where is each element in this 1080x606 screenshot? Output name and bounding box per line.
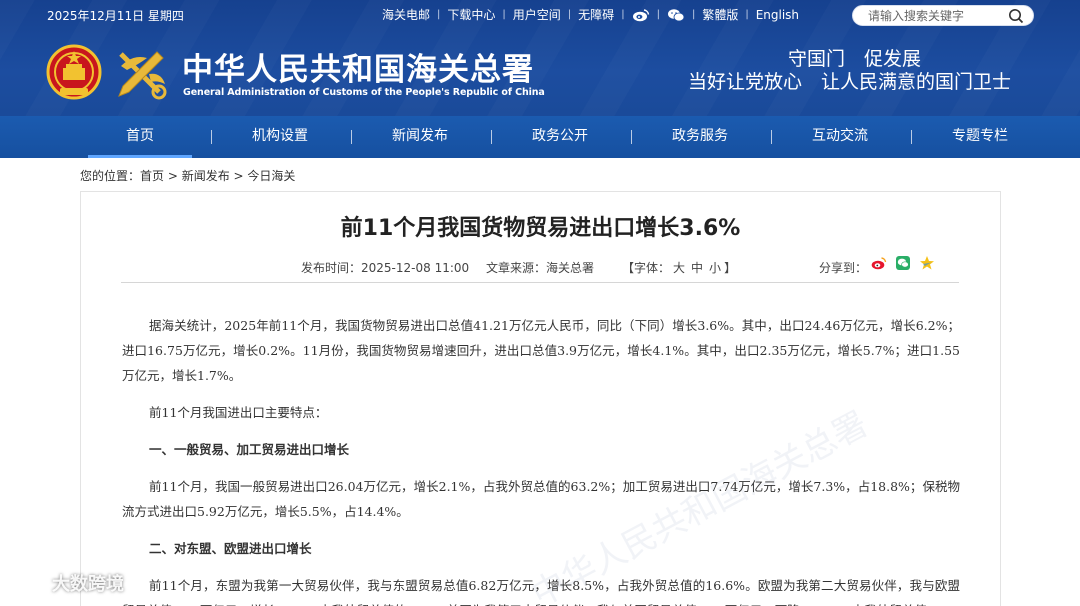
link-download-center[interactable]: 下载中心 <box>447 6 495 23</box>
font-large-button[interactable]: 大 <box>673 261 685 275</box>
link-accessibility[interactable]: 无障碍 <box>578 6 614 23</box>
nav-label: 政务服务 <box>672 128 728 144</box>
national-emblem-logo <box>46 44 102 102</box>
nav-label: 机构设置 <box>252 128 308 144</box>
breadcrumb-news[interactable]: 新闻发布 <box>182 169 230 183</box>
paragraph: 前11个月我国进出口主要特点： <box>149 405 328 420</box>
nav-news[interactable]: 新闻发布 <box>350 116 492 158</box>
separator: | <box>567 9 572 20</box>
link-user-space[interactable]: 用户空间 <box>513 6 561 23</box>
nav-label: 新闻发布 <box>392 128 448 144</box>
corner-watermark-logo: 大数跨境 <box>6 570 124 596</box>
top-bar: 2025年12月11日 星期四 海关电邮 | 下载中心 | 用户空间 | 无障碍… <box>0 0 1080 30</box>
search-input[interactable] <box>868 6 1018 25</box>
separator: | <box>621 9 625 20</box>
share-wechat-icon[interactable] <box>895 255 911 271</box>
nav-topics[interactable]: 专题专栏 <box>910 116 1050 158</box>
breadcrumb-prefix: 您的位置： <box>80 169 141 183</box>
breadcrumb-home[interactable]: 首页 <box>140 169 164 183</box>
breadcrumb-separator: > <box>164 169 182 183</box>
article-body: 据海关统计，2025年前11个月，我国货物贸易进出口总值41.21万亿元人民币，… <box>122 313 960 606</box>
share-qzone-icon[interactable] <box>919 255 935 271</box>
current-date: 2025年12月11日 星期四 <box>47 9 184 23</box>
search-icon[interactable] <box>1007 8 1025 24</box>
paragraph: 前11个月，东盟为我第一大贸易伙伴，我与东盟贸易总值6.82万亿元，增长8.5%… <box>122 578 960 606</box>
font-size-control: 【字体：大中小】 <box>622 259 736 276</box>
nav-label: 专题专栏 <box>952 128 1008 144</box>
slogan-line-2: 当好让党放心 让人民满意的国门卫士 <box>688 71 1012 93</box>
paragraph: 前11个月，我国一般贸易进出口26.04万亿元，增长2.1%，占我外贸总值的63… <box>122 479 960 519</box>
weibo-icon[interactable] <box>632 8 650 22</box>
site-header: 2025年12月11日 星期四 海关电邮 | 下载中心 | 用户空间 | 无障碍… <box>0 0 1080 158</box>
font-medium-button[interactable]: 中 <box>691 261 703 275</box>
site-title: 中华人民共和国海关总署 <box>182 52 534 88</box>
separator: | <box>691 9 696 20</box>
nav-services[interactable]: 政务服务 <box>630 116 772 158</box>
meta-divider <box>121 282 959 283</box>
paragraph: 据海关统计，2025年前11个月，我国货物贸易进出口总值41.21万亿元人民币，… <box>122 318 960 383</box>
share-icons <box>871 255 935 271</box>
link-customs-email[interactable]: 海关电邮 <box>382 6 430 23</box>
section-heading: 一、一般贸易、加工贸易进出口增长 <box>149 442 350 457</box>
font-small-button[interactable]: 小 <box>709 261 721 275</box>
separator: | <box>437 9 441 20</box>
font-end: 】 <box>724 261 737 275</box>
nav-label: 首页 <box>126 128 154 144</box>
source-label: 文章来源： <box>486 261 547 275</box>
nav-label: 政务公开 <box>532 128 588 144</box>
separator: | <box>745 9 749 20</box>
publish-time: 发布时间：2025-12-08 11:00 <box>301 259 469 276</box>
article-source: 文章来源：海关总署 <box>486 259 594 276</box>
article-card: 中华人民共和国海关总署 前11个月我国货物贸易进出口增长3.6% 发布时间：20… <box>80 191 1001 606</box>
link-english[interactable]: English <box>756 8 799 22</box>
breadcrumb-separator: > <box>229 169 248 183</box>
corner-logo-text: 大数跨境 <box>52 574 124 595</box>
top-links: 海关电邮 | 下载中心 | 用户空间 | 无障碍 | | | 繁體版 | Eng… <box>382 6 799 23</box>
publish-label: 发布时间： <box>301 261 362 275</box>
separator: | <box>656 9 660 20</box>
source-value: 海关总署 <box>546 261 595 275</box>
wechat-icon[interactable] <box>667 8 685 22</box>
nav-interaction[interactable]: 互动交流 <box>770 116 912 158</box>
link-traditional-chinese[interactable]: 繁體版 <box>702 6 738 23</box>
section-heading: 二、对东盟、欧盟进出口增长 <box>149 541 312 556</box>
search-box <box>852 5 1034 26</box>
font-label: 【字体： <box>622 261 671 275</box>
breadcrumb-today[interactable]: 今日海关 <box>247 169 295 183</box>
nav-label: 互动交流 <box>812 128 868 144</box>
nav-organization[interactable]: 机构设置 <box>210 116 352 158</box>
corner-logo-icon <box>6 573 46 592</box>
nav-home[interactable]: 首页 <box>70 116 212 158</box>
nav-government-affairs[interactable]: 政务公开 <box>490 116 632 158</box>
main-nav: 首页 机构设置 新闻发布 政务公开 政务服务 互动交流 专题专栏 <box>0 116 1080 158</box>
breadcrumb: 您的位置：首页 > 新闻发布 > 今日海关 <box>80 167 295 184</box>
article-title: 前11个月我国货物贸易进出口增长3.6% <box>340 216 741 241</box>
publish-value: 2025-12-08 11:00 <box>361 261 470 275</box>
separator: | <box>502 9 506 20</box>
share-weibo-icon[interactable] <box>871 255 887 271</box>
share-label: 分享到： <box>819 261 868 275</box>
customs-emblem-logo <box>113 46 169 102</box>
site-subtitle: General Administration of Customs of the… <box>183 87 545 98</box>
